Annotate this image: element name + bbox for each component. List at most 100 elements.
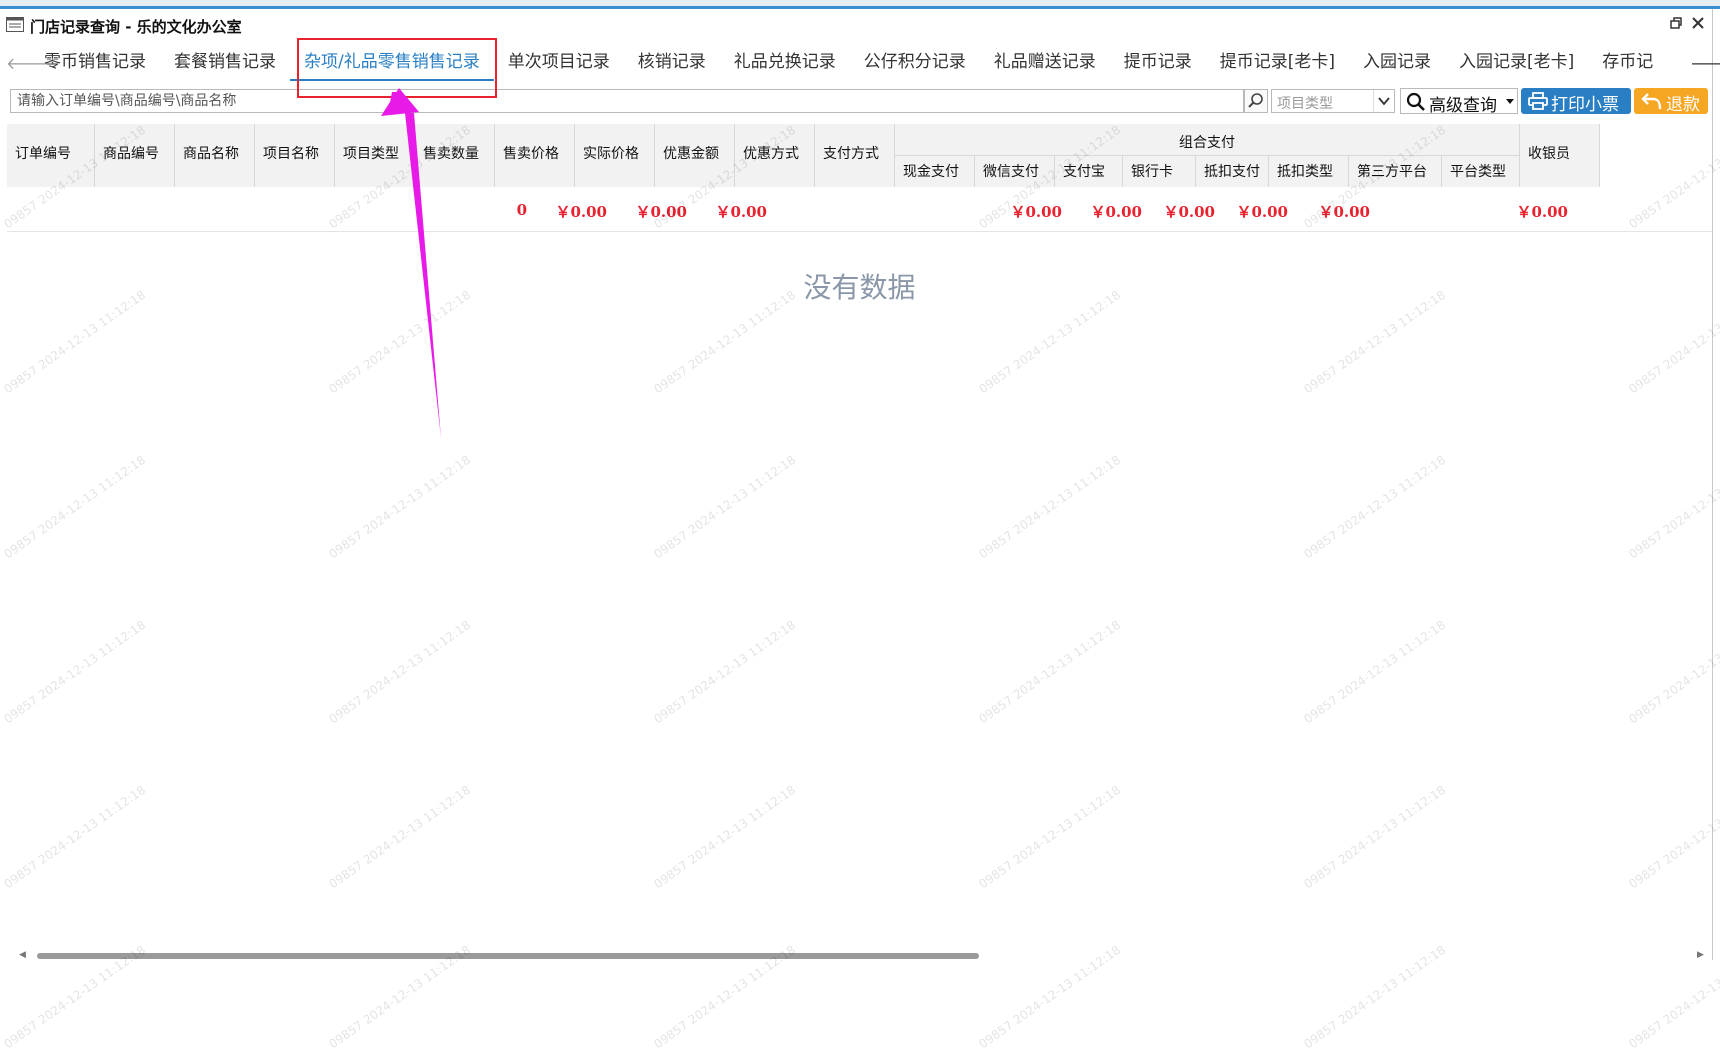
- print-receipt-button[interactable]: 打印小票: [1521, 88, 1631, 115]
- column-header[interactable]: 商品编号: [95, 124, 175, 187]
- tab-12[interactable]: 存币记: [1588, 47, 1667, 83]
- column-header-label: 优惠金额: [663, 146, 719, 162]
- column-header-label: 订单编号: [15, 146, 71, 162]
- sub-column-header-label: 支付宝: [1063, 164, 1105, 180]
- sub-column-header-label: 平台类型: [1450, 164, 1506, 180]
- store-records-window: 门店记录查询 - 乐的文化办公室 🡐 零币销售记录 套餐销售记录 杂项/礼品零售销售…: [0, 9, 1720, 960]
- undo-arrow-icon: [1641, 93, 1662, 110]
- search-icon: [1248, 93, 1263, 108]
- sum-quantity: 0: [516, 201, 527, 219]
- column-header[interactable]: 售卖价格: [495, 124, 575, 187]
- window-top-border: [0, 0, 1720, 9]
- close-icon[interactable]: [1690, 15, 1706, 31]
- sub-column-header[interactable]: 银行卡: [1123, 156, 1196, 187]
- sum-cash: ￥0.00: [1010, 203, 1062, 221]
- column-header[interactable]: 商品名称: [175, 124, 255, 187]
- project-type-placeholder: 项目类型: [1277, 96, 1333, 112]
- sub-column-header-label: 第三方平台: [1357, 164, 1427, 180]
- sub-column-header-label: 银行卡: [1131, 164, 1173, 180]
- tab-bar: 🡐 零币销售记录 套餐销售记录 杂项/礼品零售销售记录 单次项目记录 核销记录 礼品兑换记…: [0, 47, 1720, 83]
- sub-column-header[interactable]: 抵扣类型: [1269, 156, 1349, 187]
- project-type-select[interactable]: 项目类型: [1271, 89, 1395, 113]
- column-header[interactable]: 项目名称: [255, 124, 335, 187]
- scroll-right-icon[interactable]: ▶: [1697, 951, 1707, 960]
- chevron-down-icon: [1373, 90, 1390, 112]
- empty-state-text: 没有数据: [803, 271, 916, 304]
- tab-5[interactable]: 礼品兑换记录: [720, 47, 850, 83]
- sum-sale-price: ￥0.00: [555, 203, 607, 221]
- tab-list: 零币销售记录 套餐销售记录 杂项/礼品零售销售记录 单次项目记录 核销记录 礼品兑换记录公…: [30, 47, 1686, 83]
- column-header[interactable]: 支付方式: [815, 124, 895, 187]
- tab-8[interactable]: 提币记录: [1110, 47, 1206, 83]
- column-header[interactable]: 订单编号: [7, 124, 95, 187]
- advanced-query-button[interactable]: 高级查询: [1400, 88, 1518, 116]
- window-list-icon: [6, 17, 24, 32]
- column-header[interactable]: 优惠方式: [735, 124, 815, 187]
- column-header-cashier[interactable]: 收银员: [1520, 124, 1600, 187]
- column-header-label: 项目类型: [343, 146, 399, 162]
- sum-deduct: ￥0.00: [1318, 203, 1370, 221]
- scroll-left-icon[interactable]: ◀: [19, 951, 29, 960]
- window-title: 门店记录查询 - 乐的文化办公室: [30, 18, 242, 36]
- column-header[interactable]: 实际价格: [575, 124, 655, 187]
- column-header-label: 收银员: [1528, 146, 1570, 162]
- tab-2[interactable]: 杂项/礼品零售销售记录: [290, 47, 494, 81]
- column-header[interactable]: 售卖数量: [415, 124, 495, 187]
- tab-11[interactable]: 入园记录[老卡]: [1445, 47, 1588, 83]
- refund-label: 退款: [1666, 95, 1700, 114]
- search-toolbar: 项目类型 高级查询 打印小票: [0, 87, 1712, 117]
- search-button[interactable]: [1244, 89, 1268, 113]
- group-header-label: 组合支付: [1179, 135, 1235, 151]
- horizontal-scrollbar[interactable]: ◀ ▶: [7, 951, 1712, 960]
- column-header-label: 售卖价格: [503, 146, 559, 162]
- sum-actual-price: ￥0.00: [635, 203, 687, 221]
- column-header-label: 商品名称: [183, 146, 239, 162]
- advanced-query-label: 高级查询: [1429, 96, 1497, 116]
- tab-4[interactable]: 核销记录: [624, 47, 720, 83]
- sub-column-header-label: 抵扣类型: [1277, 164, 1333, 180]
- column-header-label: 项目名称: [263, 146, 319, 162]
- refund-button[interactable]: 退款: [1634, 88, 1708, 114]
- title-bar: 门店记录查询 - 乐的文化办公室: [0, 9, 1712, 43]
- tab-1[interactable]: 套餐销售记录: [160, 47, 290, 83]
- tab-scroll-left-icon[interactable]: 🡐: [6, 53, 49, 75]
- sub-column-header[interactable]: 微信支付: [975, 156, 1055, 187]
- restore-icon[interactable]: [1668, 15, 1684, 31]
- magnifier-icon: [1406, 92, 1425, 111]
- group-header: 组合支付: [895, 124, 1520, 156]
- column-header-label: 商品编号: [103, 146, 159, 162]
- caret-down-icon: [1506, 99, 1514, 104]
- sub-column-header[interactable]: 平台类型: [1442, 156, 1520, 187]
- print-receipt-label: 打印小票: [1551, 95, 1619, 115]
- sub-column-header-label: 微信支付: [983, 164, 1039, 180]
- column-header-label: 售卖数量: [423, 146, 479, 162]
- tab-10[interactable]: 入园记录: [1349, 47, 1445, 83]
- column-header[interactable]: 项目类型: [335, 124, 415, 187]
- sum-wechat: ￥0.00: [1090, 203, 1142, 221]
- printer-icon: [1528, 92, 1548, 110]
- sum-bank: ￥0.00: [1236, 203, 1288, 221]
- column-header-label: 实际价格: [583, 146, 639, 162]
- tab-9[interactable]: 提币记录[老卡]: [1206, 47, 1349, 83]
- sum-discount: ￥0.00: [715, 203, 767, 221]
- sub-column-header[interactable]: 现金支付: [895, 156, 975, 187]
- sub-column-header-label: 抵扣支付: [1204, 164, 1260, 180]
- tab-7[interactable]: 礼品赠送记录: [980, 47, 1110, 83]
- summary-row: 0 ￥0.00 ￥0.00 ￥0.00 ￥0.00 ￥0.00 ￥0.00 ￥0…: [7, 187, 1712, 232]
- sub-column-header-label: 现金支付: [903, 164, 959, 180]
- tab-scroll-right-icon[interactable]: 🡒: [1690, 53, 1720, 75]
- sum-alipay: ￥0.00: [1163, 203, 1215, 221]
- tab-6[interactable]: 公仔积分记录: [850, 47, 980, 83]
- sub-column-header[interactable]: 第三方平台: [1349, 156, 1442, 187]
- tab-0[interactable]: 零币销售记录: [30, 47, 160, 83]
- column-header-label: 优惠方式: [743, 146, 799, 162]
- sum-third-party: ￥0.00: [1516, 203, 1568, 221]
- search-input[interactable]: [10, 89, 1244, 113]
- sub-column-header[interactable]: 抵扣支付: [1196, 156, 1269, 187]
- scrollbar-thumb[interactable]: [37, 953, 979, 959]
- column-header-label: 支付方式: [823, 146, 879, 162]
- sub-column-header[interactable]: 支付宝: [1055, 156, 1123, 187]
- tab-3[interactable]: 单次项目记录: [494, 47, 624, 83]
- records-grid: 订单编号 商品编号 商品名称 项目名称 项目类型 售卖数量 售卖价格 实际价格 优惠金额 优惠方式…: [7, 124, 1712, 924]
- column-header[interactable]: 优惠金额: [655, 124, 735, 187]
